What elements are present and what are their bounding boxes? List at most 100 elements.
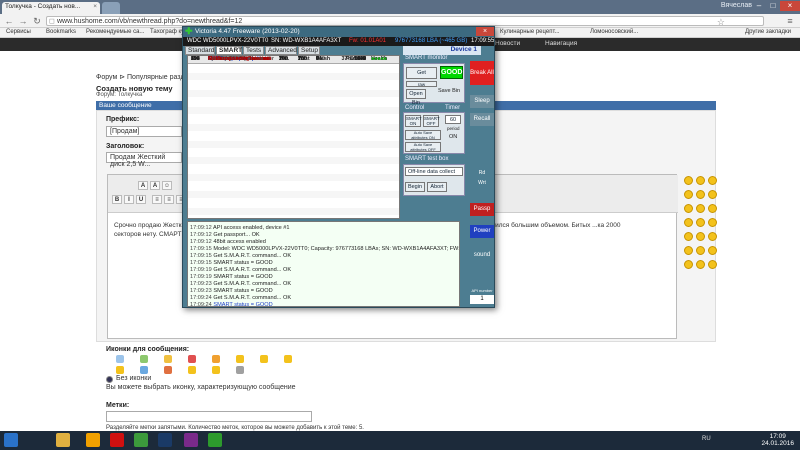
smart-row[interactable] <box>188 174 399 182</box>
smart-row[interactable] <box>188 90 399 98</box>
message-icon[interactable] <box>140 366 148 374</box>
smart-row[interactable] <box>188 65 399 72</box>
smiley-icon[interactable] <box>708 232 717 241</box>
smart-row[interactable] <box>188 191 399 198</box>
smart-row[interactable] <box>188 207 399 215</box>
timer-input[interactable]: 60 <box>445 115 461 124</box>
message-icon[interactable] <box>164 366 172 374</box>
autosave-off-button[interactable]: Auto Save attributes OFF <box>405 142 441 152</box>
smiley-icon[interactable] <box>684 176 693 185</box>
reload-icon[interactable]: ↻ <box>31 15 43 27</box>
tab-setup[interactable]: Setup <box>298 46 320 55</box>
message-icon[interactable] <box>116 355 124 363</box>
forum-subtitle[interactable]: Форум: Толкучка <box>96 92 142 98</box>
message-icon[interactable] <box>284 355 292 363</box>
bookmark-item[interactable]: Bookmarks <box>46 29 76 35</box>
smiley-icon[interactable] <box>696 260 705 269</box>
minimize-icon[interactable]: – <box>752 1 766 11</box>
prefix-select[interactable]: [Продам] <box>106 126 182 137</box>
smiley-icon[interactable] <box>708 176 717 185</box>
smiley-icon[interactable] <box>696 176 705 185</box>
bookmark-apps[interactable]: Сервисы <box>6 29 31 35</box>
back-icon[interactable]: ← <box>3 15 15 27</box>
message-icon[interactable] <box>140 355 148 363</box>
message-icon[interactable] <box>188 355 196 363</box>
message-icon[interactable] <box>236 355 244 363</box>
forward-icon[interactable]: → <box>17 15 29 27</box>
abort-button[interactable]: Abort <box>427 182 447 192</box>
smart-row[interactable] <box>188 107 399 114</box>
smart-row[interactable] <box>188 73 399 81</box>
victoria-titlebar[interactable]: ✚ Victoria 4.47 Freeware (2013-02-20) × <box>183 26 494 37</box>
tab-tests[interactable]: Tests <box>243 46 264 55</box>
chrome-icon[interactable] <box>134 433 148 447</box>
message-icon[interactable] <box>212 366 220 374</box>
raw-button[interactable]: raw <box>406 81 437 87</box>
message-icon[interactable] <box>212 355 220 363</box>
message-icon[interactable] <box>116 366 124 374</box>
victoria-taskbar-icon[interactable] <box>208 433 222 447</box>
smiley-icon[interactable]: ☺ <box>162 181 172 190</box>
start-icon[interactable] <box>4 433 18 447</box>
close-tab-icon[interactable]: × <box>93 3 97 10</box>
explorer-icon[interactable] <box>56 433 70 447</box>
align-center-icon[interactable]: ≡ <box>164 195 174 204</box>
timer-on-checkbox[interactable]: ON <box>449 134 457 140</box>
power-button[interactable]: Power <box>470 225 494 238</box>
smiley-icon[interactable] <box>696 190 705 199</box>
message-icon[interactable] <box>260 355 268 363</box>
save-bin-checkbox[interactable]: Save Bin <box>438 88 460 94</box>
message-icon[interactable] <box>236 366 244 374</box>
bookmark-item[interactable]: Кулинарные рецепт... <box>500 29 560 35</box>
sleep-button[interactable]: Sleep <box>470 95 494 108</box>
system-clock[interactable]: 17:09 24.01.2016 <box>761 433 794 447</box>
tab-active[interactable]: Толкучка - Создать нов... × <box>2 2 100 14</box>
smiley-icon[interactable] <box>684 218 693 227</box>
smart-row[interactable] <box>188 81 399 89</box>
break-all-button[interactable]: Break All <box>470 61 494 85</box>
autosave-on-button[interactable]: Auto Save attributes ON <box>405 130 441 140</box>
smart-row[interactable] <box>188 140 399 148</box>
recall-button[interactable]: Recall <box>470 113 494 126</box>
close-window-icon[interactable]: × <box>780 1 800 11</box>
smiley-icon[interactable] <box>708 246 717 255</box>
smart-row[interactable] <box>188 182 399 190</box>
profile-name[interactable]: Вячеслав <box>721 2 752 9</box>
smiley-icon[interactable] <box>696 204 705 213</box>
address-bar[interactable]: ◻ www.hushome.com/vb/newthread.php?do=ne… <box>46 16 764 27</box>
message-icon[interactable] <box>164 355 172 363</box>
sound-checkbox[interactable]: sound <box>470 251 494 260</box>
smart-row[interactable] <box>188 98 399 106</box>
smart-row[interactable] <box>188 149 399 156</box>
tab-standard[interactable]: Standard <box>185 46 215 55</box>
bookmark-item[interactable]: Рекомендуемые са... <box>86 29 144 35</box>
underline-icon[interactable]: U <box>136 195 146 204</box>
smiley-icon[interactable] <box>708 204 717 213</box>
smiley-icon[interactable] <box>708 260 717 269</box>
tags-input[interactable] <box>106 411 312 422</box>
smiley-icon[interactable] <box>696 232 705 241</box>
smart-row[interactable] <box>188 165 399 173</box>
language-indicator[interactable]: RU <box>702 436 711 442</box>
opera-icon[interactable] <box>110 433 124 447</box>
tab-advanced[interactable]: Advanced <box>265 46 297 55</box>
menu-icon[interactable]: ≡ <box>784 15 796 27</box>
italic-icon[interactable]: I <box>124 195 134 204</box>
smiley-icon[interactable] <box>684 190 693 199</box>
smart-off-button[interactable]: SMART OFF <box>423 115 440 127</box>
smart-on-button[interactable]: SMART ON <box>405 115 422 127</box>
align-left-icon[interactable]: ≡ <box>152 195 162 204</box>
maximize-icon[interactable]: □ <box>766 1 780 11</box>
smart-row[interactable] <box>188 199 399 207</box>
bookmark-star-icon[interactable]: ☆ <box>717 18 725 27</box>
bookmark-item[interactable]: Ломоносовский... <box>590 29 638 35</box>
smiley-icon[interactable] <box>684 260 693 269</box>
message-icon[interactable] <box>188 366 196 374</box>
bold-icon[interactable]: B <box>112 195 122 204</box>
api-number-input[interactable]: 1 <box>470 295 494 304</box>
smiley-icon[interactable] <box>684 246 693 255</box>
tab-smart[interactable]: SMART <box>216 46 242 55</box>
passp-button[interactable]: Passp <box>470 203 494 216</box>
smiley-icon[interactable] <box>696 218 705 227</box>
no-icon-radio[interactable] <box>106 376 113 383</box>
